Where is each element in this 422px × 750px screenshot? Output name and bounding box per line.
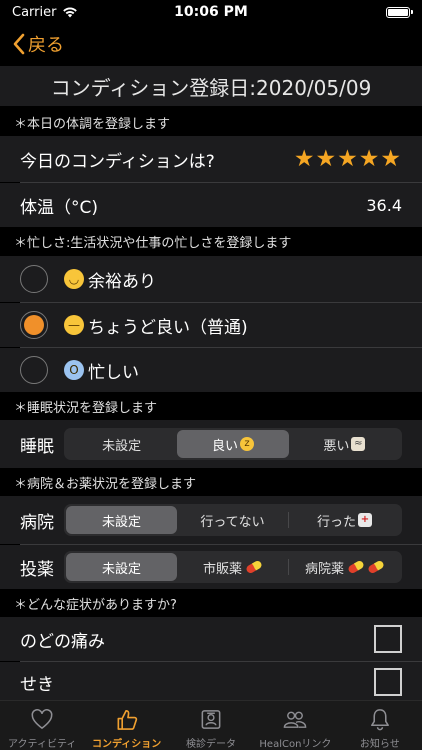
sleep-segment-unset[interactable]: 未設定 [66, 430, 177, 458]
neutral-emoji-icon: — [64, 315, 84, 335]
tab-label: コンディション [91, 739, 162, 750]
condition-label: 今日のコンディションは? [20, 151, 215, 172]
busyness-label-relaxed: 余裕あり [88, 271, 156, 292]
section-header-hospital: ＊病院＆お薬状況を登録します [0, 468, 422, 496]
condition-cell: 今日のコンディションは? ★★★★★ [0, 136, 422, 182]
section-header-busyness: ＊忙しさ:生活状況や仕事の忙しさを登録します [0, 227, 422, 255]
people-icon [284, 711, 307, 728]
tab-notifications[interactable]: お知らせ [338, 701, 422, 750]
temperature-cell[interactable]: 体温（°C) 36.4 [0, 183, 422, 227]
symptom-checkbox-sore-throat[interactable] [374, 625, 402, 653]
medication-cell: 投薬 未設定 市販薬 病院薬 [0, 545, 422, 589]
hospital-label: 病院 [20, 512, 54, 533]
busyness-option-normal[interactable]: — ちょうど良い（普通) [0, 303, 422, 347]
wifi-icon [63, 7, 78, 18]
smile-emoji-icon: ◡ [64, 269, 84, 289]
segment-label: 良い [211, 438, 238, 454]
pill-icon [367, 559, 385, 575]
thumbs-up-icon [117, 710, 137, 730]
symptom-row-sore-throat[interactable]: のどの痛み [0, 617, 422, 661]
bell-icon [370, 709, 389, 731]
segment-label: 悪い [323, 438, 350, 454]
radio-button[interactable] [20, 356, 48, 384]
section-header-sleep: ＊睡眠状況を登録します [0, 392, 422, 420]
section-header-symptoms: ＊どんな症状がありますか? [0, 589, 422, 617]
scream-emoji-icon: O [64, 360, 84, 380]
sleep-cell: 睡眠 未設定 良い z 悪い ≈ [0, 420, 422, 468]
battery-fill [388, 8, 408, 16]
back-button[interactable]: 戻る [12, 31, 64, 57]
chevron-left-icon [13, 33, 25, 55]
id-card-icon [201, 710, 221, 729]
tab-label: 検診データ [186, 739, 237, 750]
sleeping-face-icon: z [240, 437, 254, 451]
segment-label: 行った [316, 514, 356, 530]
tab-label: アクティビティ [8, 739, 77, 750]
page-title: コンディション登録日:2020/05/09 [0, 66, 422, 106]
tab-checkup-data[interactable]: 検診データ [169, 701, 253, 750]
radio-dot [24, 315, 44, 335]
busyness-option-relaxed[interactable]: ◡ 余裕あり [0, 256, 422, 302]
pill-icon [347, 559, 365, 575]
radio-button-selected[interactable] [20, 311, 48, 339]
tab-healcon-link[interactable]: HealConリンク [253, 701, 337, 750]
symptom-label-sore-throat: のどの痛み [20, 631, 105, 652]
segment-label: 病院薬 [304, 561, 344, 577]
tab-activity[interactable]: アクティビティ [0, 701, 84, 750]
heart-icon [31, 709, 53, 730]
symptom-row-cough[interactable]: せき [0, 662, 422, 702]
symptom-label-cough: せき [20, 674, 54, 695]
busyness-option-busy[interactable]: O 忙しい [0, 348, 422, 392]
medication-segment-unset[interactable]: 未設定 [66, 553, 177, 581]
sleep-label: 睡眠 [20, 436, 54, 457]
tab-label: HealConリンク [259, 739, 332, 750]
hospital-segment-unset[interactable]: 未設定 [66, 506, 177, 534]
radio-label: — ちょうど良い（普通) [64, 313, 248, 338]
symptom-checkbox-cough[interactable] [374, 668, 402, 696]
pill-icon [245, 559, 263, 575]
sleep-segment-bad[interactable]: 悪い ≈ [289, 430, 400, 458]
busyness-label-normal: ちょうど良い（普通) [88, 317, 248, 338]
temperature-value[interactable]: 36.4 [366, 196, 402, 215]
segment-label: 未設定 [101, 561, 141, 577]
segment-label: 未設定 [102, 438, 142, 454]
temperature-label: 体温（°C) [20, 197, 99, 218]
tab-condition[interactable]: コンディション [84, 701, 168, 750]
segment-label: 未設定 [101, 514, 141, 530]
radio-button[interactable] [20, 265, 48, 293]
sleep-segment-good[interactable]: 良い z [177, 430, 289, 458]
radio-label: ◡ 余裕あり [64, 267, 156, 292]
tab-bar: アクティビティ コンディション 検診データ HealConリンク お知らせ [0, 700, 422, 750]
nav-bar: 戻る [0, 26, 422, 62]
battery-icon [386, 6, 413, 18]
medication-label: 投薬 [20, 559, 54, 580]
busyness-label-busy: 忙しい [88, 362, 139, 383]
medication-segmented-control[interactable]: 未設定 市販薬 病院薬 [64, 551, 402, 583]
carrier-label: Carrier [12, 4, 57, 20]
hospital-cell: 病院 未設定 行ってない 行った + [0, 496, 422, 544]
sleep-segmented-control[interactable]: 未設定 良い z 悪い ≈ [64, 428, 402, 460]
hospital-segmented-control[interactable]: 未設定 行ってない 行った + [64, 504, 402, 536]
status-bar: Carrier 10:06 PM [0, 0, 422, 24]
medication-segment-prescribed[interactable]: 病院薬 [289, 553, 400, 581]
tired-person-icon: ≈ [351, 437, 366, 451]
tab-label: お知らせ [359, 739, 400, 750]
section-header-condition: ＊本日の体調を登録します [0, 108, 422, 136]
hospital-icon: + [358, 513, 372, 527]
segment-label: 行ってない [200, 514, 265, 530]
status-left: Carrier [12, 5, 78, 20]
hospital-segment-not-gone[interactable]: 行ってない [177, 506, 288, 534]
radio-label: O 忙しい [64, 358, 139, 383]
star-rating[interactable]: ★★★★★ [294, 146, 402, 172]
medication-segment-otc[interactable]: 市販薬 [177, 553, 288, 581]
segment-label: 市販薬 [202, 561, 242, 577]
hospital-segment-went[interactable]: 行った + [289, 506, 400, 534]
back-label: 戻る [28, 35, 64, 56]
